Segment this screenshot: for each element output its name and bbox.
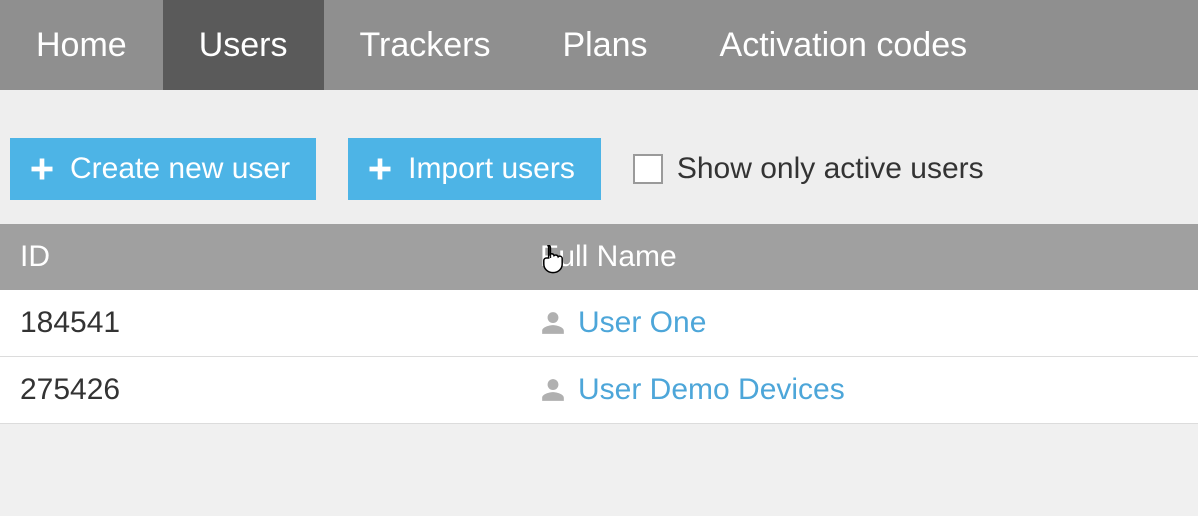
toolbar: Create new user Import users Show only a…: [10, 138, 1188, 200]
column-header-name[interactable]: Full Name: [520, 224, 1198, 290]
users-table: ID Full Name 184541 User One 275426 User…: [0, 224, 1198, 424]
toolbar-area: Create new user Import users Show only a…: [0, 90, 1198, 224]
create-user-label: Create new user: [70, 152, 290, 186]
top-nav: Home Users Trackers Plans Activation cod…: [0, 0, 1198, 90]
column-header-id[interactable]: ID: [0, 224, 520, 290]
create-user-button[interactable]: Create new user: [10, 138, 316, 200]
table-header: ID Full Name: [0, 224, 1198, 290]
nav-item-home[interactable]: Home: [0, 0, 163, 90]
import-users-label: Import users: [408, 152, 575, 186]
cell-id: 184541: [0, 290, 520, 356]
cell-name: User One: [520, 290, 1198, 356]
show-active-checkbox[interactable]: Show only active users: [633, 152, 984, 186]
user-icon: [540, 310, 566, 336]
nav-item-trackers[interactable]: Trackers: [324, 0, 527, 90]
user-link[interactable]: User One: [578, 306, 706, 340]
cell-id: 275426: [0, 357, 520, 423]
cell-name: User Demo Devices: [520, 357, 1198, 423]
nav-item-activation-codes[interactable]: Activation codes: [684, 0, 1004, 90]
import-users-button[interactable]: Import users: [348, 138, 601, 200]
nav-item-users[interactable]: Users: [163, 0, 324, 90]
user-icon: [540, 377, 566, 403]
nav-item-plans[interactable]: Plans: [526, 0, 683, 90]
plus-icon: [28, 155, 56, 183]
user-link[interactable]: User Demo Devices: [578, 373, 845, 407]
table-row: 275426 User Demo Devices: [0, 357, 1198, 424]
table-row: 184541 User One: [0, 290, 1198, 357]
show-active-label: Show only active users: [677, 152, 984, 186]
checkbox-box: [633, 154, 663, 184]
plus-icon: [366, 155, 394, 183]
